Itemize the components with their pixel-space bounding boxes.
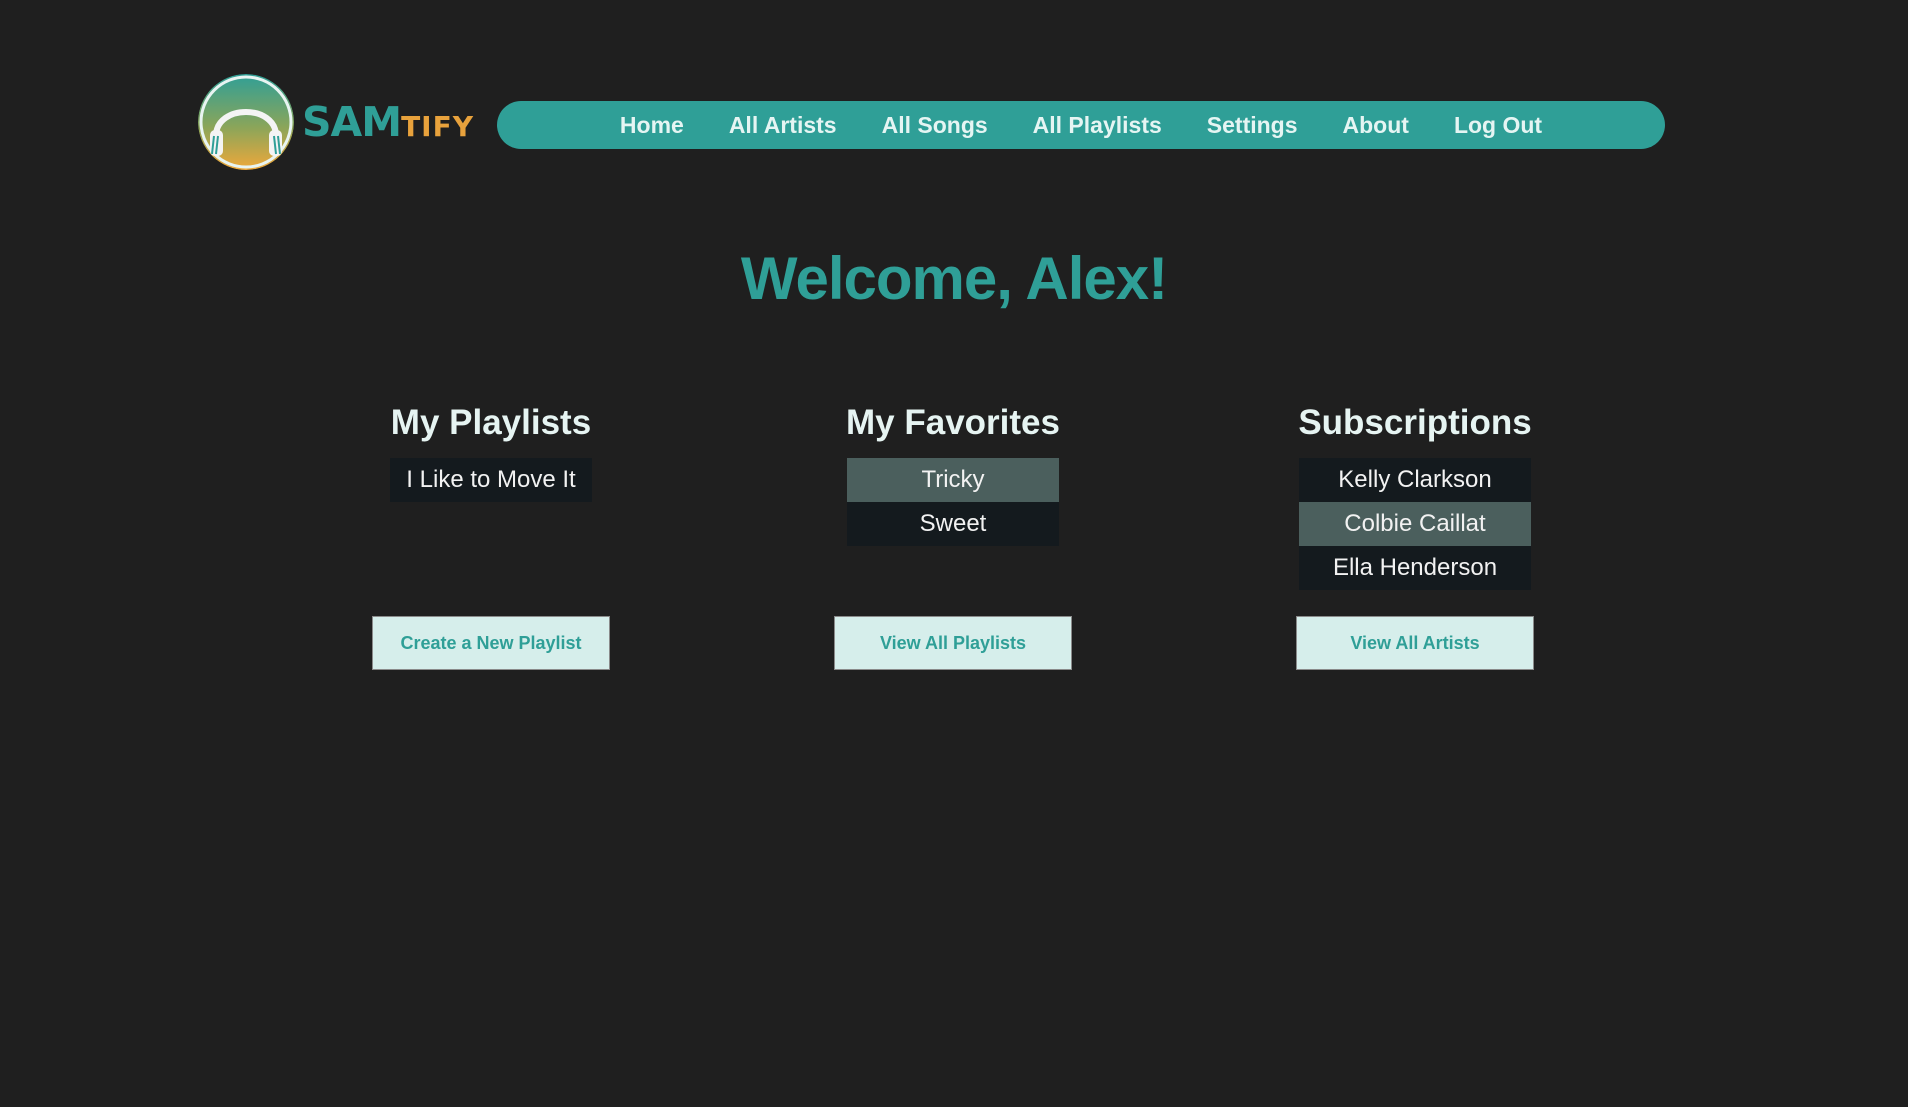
favorites-title: My Favorites (846, 403, 1060, 442)
subscription-item[interactable]: Kelly Clarkson (1299, 458, 1531, 502)
nav-settings[interactable]: Settings (1207, 112, 1298, 139)
subscription-item[interactable]: Colbie Caillat (1299, 502, 1531, 546)
subscriptions-list: Kelly Clarkson Colbie Caillat Ella Hende… (1299, 458, 1531, 590)
create-playlist-button[interactable]: Create a New Playlist (372, 616, 610, 670)
nav-all-artists[interactable]: All Artists (729, 112, 837, 139)
playlists-list: I Like to Move It (390, 458, 592, 502)
nav-log-out[interactable]: Log Out (1454, 112, 1542, 139)
view-all-playlists-button[interactable]: View All Playlists (834, 616, 1072, 670)
subscriptions-section: Subscriptions Kelly Clarkson Colbie Cail… (1250, 400, 1580, 590)
logo[interactable]: SAM TIFY (198, 74, 474, 170)
headphones-icon (198, 74, 294, 170)
favorite-item[interactable]: Tricky (847, 458, 1059, 502)
favorite-item[interactable]: Sweet (847, 502, 1059, 546)
logo-sam: SAM (302, 98, 402, 146)
playlists-title: My Playlists (390, 403, 592, 442)
favorites-section: My Favorites Tricky Sweet (788, 400, 1118, 546)
logo-text: SAM TIFY (302, 98, 474, 146)
nav-all-songs[interactable]: All Songs (882, 112, 988, 139)
nav-all-playlists[interactable]: All Playlists (1033, 112, 1162, 139)
main-nav: Home All Artists All Songs All Playlists… (497, 101, 1665, 149)
subscription-item[interactable]: Ella Henderson (1299, 546, 1531, 590)
nav-about[interactable]: About (1343, 112, 1409, 139)
welcome-heading: Welcome, Alex! (740, 245, 1168, 312)
view-all-artists-button[interactable]: View All Artists (1296, 616, 1534, 670)
nav-home[interactable]: Home (620, 112, 684, 139)
header: SAM TIFY Home All Artists All Songs All … (198, 74, 1665, 170)
logo-tify: TIFY (401, 110, 474, 143)
playlist-item[interactable]: I Like to Move It (390, 458, 592, 502)
subscriptions-title: Subscriptions (1298, 403, 1532, 442)
playlists-section: My Playlists I Like to Move It (326, 400, 656, 502)
favorites-list: Tricky Sweet (847, 458, 1059, 546)
